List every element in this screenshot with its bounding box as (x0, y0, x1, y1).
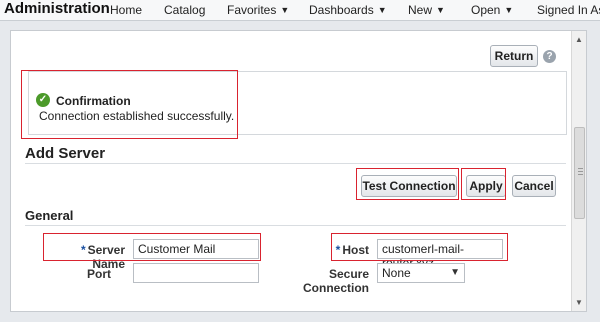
nav-dashboards[interactable]: Dashboards ▼ (309, 3, 387, 17)
nav-open[interactable]: Open ▼ (471, 3, 513, 17)
port-label: Port (87, 267, 111, 281)
secure-connection-value: None (382, 266, 411, 280)
highlight-host (331, 233, 508, 261)
chevron-down-icon: ▼ (504, 5, 514, 15)
cancel-button[interactable]: Cancel (512, 175, 556, 197)
scroll-up-icon[interactable]: ▲ (575, 35, 583, 44)
scroll-down-icon[interactable]: ▼ (575, 298, 583, 307)
vertical-scrollbar[interactable]: ▲ ▼ (571, 31, 586, 311)
secure-connection-label: Secure Connection (303, 267, 369, 295)
grip-line (578, 171, 583, 172)
add-server-heading: Add Server (25, 145, 106, 162)
nav-signed-in-as[interactable]: Signed In As (537, 3, 600, 17)
port-field[interactable] (133, 263, 259, 283)
nav-open-label: Open (471, 3, 501, 17)
chevron-down-icon: ▼ (280, 5, 290, 15)
highlight-test-connection (356, 168, 459, 200)
highlight-server-name (43, 233, 261, 261)
nav-favorites[interactable]: Favorites ▼ (227, 3, 289, 17)
grip-line (578, 174, 583, 175)
top-navigation-bar: Administration Home Catalog Favorites ▼ D… (0, 0, 600, 21)
secure-connection-select[interactable]: None ▼ (377, 263, 465, 283)
question-icon[interactable]: ? (543, 50, 556, 63)
nav-new-label: New (408, 3, 433, 17)
divider (25, 225, 566, 226)
chevron-down-icon: ▼ (450, 267, 460, 278)
return-button[interactable]: Return (490, 45, 538, 67)
page-title: Administration (4, 0, 110, 17)
scrollbar-thumb[interactable] (574, 127, 585, 219)
chevron-down-icon: ▼ (436, 5, 445, 15)
nav-home[interactable]: Home (110, 3, 142, 17)
chevron-down-icon: ▼ (377, 5, 387, 15)
highlight-apply (461, 168, 506, 200)
nav-catalog[interactable]: Catalog (164, 3, 205, 17)
divider (25, 163, 566, 164)
grip-line (578, 168, 583, 169)
highlight-confirmation (21, 70, 238, 139)
nav-dashboards-label: Dashboards (309, 3, 374, 17)
general-heading: General (25, 208, 74, 223)
nav-favorites-label: Favorites (227, 3, 277, 17)
nav-new[interactable]: New ▼ (408, 3, 445, 17)
